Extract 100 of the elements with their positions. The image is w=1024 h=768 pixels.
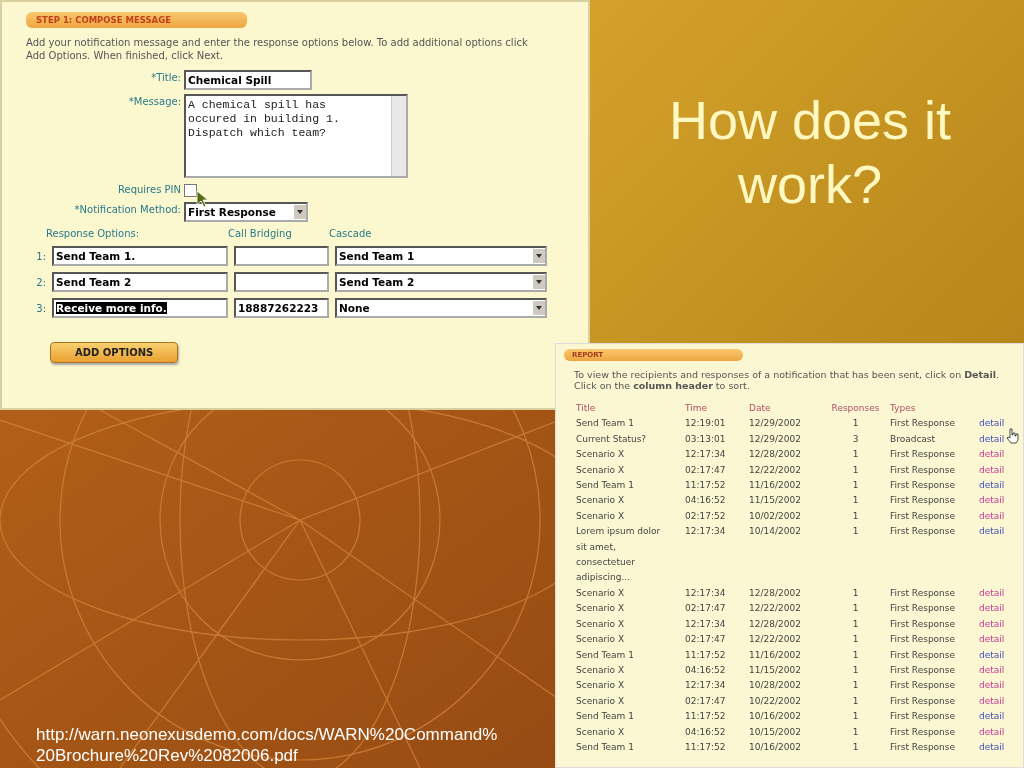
dropdown-arrow-icon (536, 254, 542, 258)
table-cell-text: 02:17:47 (685, 602, 727, 616)
table-cell-text: 1 (851, 694, 860, 708)
table-cell-text: 12/22/2002 (749, 463, 802, 477)
column-header[interactable]: Types (890, 401, 979, 417)
detail-link[interactable]: detail (979, 508, 1019, 525)
instructions-text: To view the recipients and responses of a notification that has been sent, click on Detail. Click on the column header to sort. (573, 369, 1001, 391)
table-cell-text: 03:13:01 (685, 432, 727, 446)
detail-link[interactable]: detail (979, 662, 1019, 679)
table-cell-text: 12:17:34 (685, 525, 727, 539)
table-cell-text: 10/14/2002 (749, 525, 802, 539)
response-field[interactable]: Send Team 1. (52, 246, 228, 266)
table-cell-text: Scenario X (576, 679, 626, 693)
table-cell-text: First Response (890, 525, 957, 539)
field-label: Requires PIN (117, 183, 182, 197)
table-cell-text: 1 (851, 648, 860, 662)
table-cell-text: 02:17:47 (685, 463, 727, 477)
cascade-dropdown[interactable]: Send Team 1 (335, 246, 547, 266)
table-cell-text: Send Team 1 (576, 417, 635, 431)
table-cell-text: 11/16/2002 (749, 648, 802, 662)
table-cell-text: First Response (890, 663, 957, 677)
detail-link[interactable]: detail (979, 416, 1019, 432)
table-cell-text: Scenario X (576, 448, 626, 462)
detail-link[interactable]: detail (979, 493, 1019, 509)
table-cell-text: 04:16:52 (685, 725, 727, 739)
column-header[interactable]: Time (685, 401, 749, 417)
detail-link[interactable]: detail (979, 616, 1019, 633)
dropdown-arrow-icon (297, 210, 303, 214)
table-cell-text: 11:17:52 (685, 710, 727, 724)
response-field[interactable]: Receive more info. (52, 298, 228, 318)
detail-link[interactable]: detail (979, 693, 1019, 710)
table-cell-text: 04:16:52 (685, 494, 727, 508)
column-header[interactable]: Title (576, 401, 685, 417)
dropdown-arrow-icon (536, 306, 542, 310)
detail-link[interactable]: detail (979, 447, 1019, 463)
table-cell-text: 1 (851, 417, 860, 431)
table-cell-text: 1 (851, 663, 860, 677)
add-options-button[interactable]: ADD OPTIONS (50, 342, 179, 363)
table-cell-text: 1 (851, 463, 860, 477)
bridging-field[interactable] (234, 246, 329, 266)
title-field[interactable]: Chemical Spill (184, 70, 312, 90)
message-field[interactable]: A chemical spill has occured in building 1. Dispatch which team? (184, 94, 408, 178)
field-label: *Notification Method: (73, 203, 182, 217)
table-cell-text: First Response (890, 694, 957, 708)
detail-link[interactable]: detail (979, 585, 1019, 602)
response-field[interactable]: Send Team 2 (52, 272, 228, 292)
bridging-field[interactable] (234, 272, 329, 292)
option-number: 1: (35, 250, 46, 262)
table-cell-text: 1 (851, 494, 860, 508)
table-cell-text: First Response (890, 679, 957, 693)
column-header[interactable]: Date (749, 401, 821, 417)
table-cell-text: 1 (851, 617, 860, 631)
detail-link[interactable]: detail (979, 478, 1019, 494)
detail-link[interactable]: detail (979, 601, 1019, 617)
table-cell-text: First Response (890, 448, 957, 462)
table-cell-text: Scenario X (576, 663, 626, 677)
slide-title: How does it work? (667, 89, 953, 216)
table-cell-text: 3 (851, 432, 860, 446)
table-cell-text: Scenario X (576, 602, 626, 616)
table-cell-text: First Response (890, 463, 957, 477)
method-dropdown[interactable]: First Response (184, 202, 308, 222)
table-cell-text: Scenario X (576, 586, 626, 600)
table-cell-text: 11/16/2002 (749, 479, 802, 493)
table-cell-text: First Response (890, 602, 957, 616)
cascade-dropdown[interactable]: None (335, 298, 547, 318)
table-cell-text: 04:16:52 (685, 663, 727, 677)
detail-link[interactable]: detail (979, 724, 1019, 740)
table-cell-text: 1 (851, 725, 860, 739)
option-number: 2: (35, 276, 46, 288)
table-cell-text: 02:17:52 (685, 509, 727, 523)
table-cell-text: 11:17:52 (685, 740, 727, 754)
field-label: *Title: (150, 71, 182, 85)
table-cell-text: 12:17:34 (685, 448, 727, 462)
detail-link[interactable]: detail (979, 462, 1019, 479)
table-cell-text: 1 (851, 710, 860, 724)
table-cell-text: 1 (851, 633, 860, 647)
table-cell-text: 12/29/2002 (749, 417, 802, 431)
table-cell-text: 11/15/2002 (749, 663, 802, 677)
hand-cursor-icon (1006, 428, 1020, 444)
detail-link[interactable]: detail (979, 678, 1019, 694)
detail-link[interactable]: detail (979, 524, 1019, 586)
detail-link[interactable]: detail (979, 709, 1019, 725)
table-cell-text: Scenario X (576, 725, 626, 739)
table-cell-text: 02:17:47 (685, 633, 727, 647)
table-cell-text: First Response (890, 479, 957, 493)
pin-checkbox[interactable] (184, 184, 197, 197)
table-cell-text: Scenario X (576, 617, 626, 631)
detail-link[interactable]: detail (979, 632, 1019, 648)
table-cell-text: 10/16/2002 (749, 740, 802, 754)
detail-link[interactable]: detail (979, 739, 1019, 756)
cascade-dropdown[interactable]: Send Team 2 (335, 272, 547, 292)
detail-link[interactable]: detail (979, 647, 1019, 663)
table-cell-text: Scenario X (576, 509, 626, 523)
table-cell-text: 1 (851, 525, 860, 539)
table-cell-text: Scenario X (576, 463, 626, 477)
source-url: http://warn.neonexusdemo.com/docs/WARN%20Command%20Brochure%20Rev%2082006.pdf (36, 724, 499, 766)
bridging-field[interactable]: 18887262223 (234, 298, 329, 318)
table-cell-text: Current Status? (576, 432, 648, 446)
column-header[interactable]: Responses (821, 401, 890, 417)
table-cell-text: Send Team 1 (576, 740, 635, 754)
